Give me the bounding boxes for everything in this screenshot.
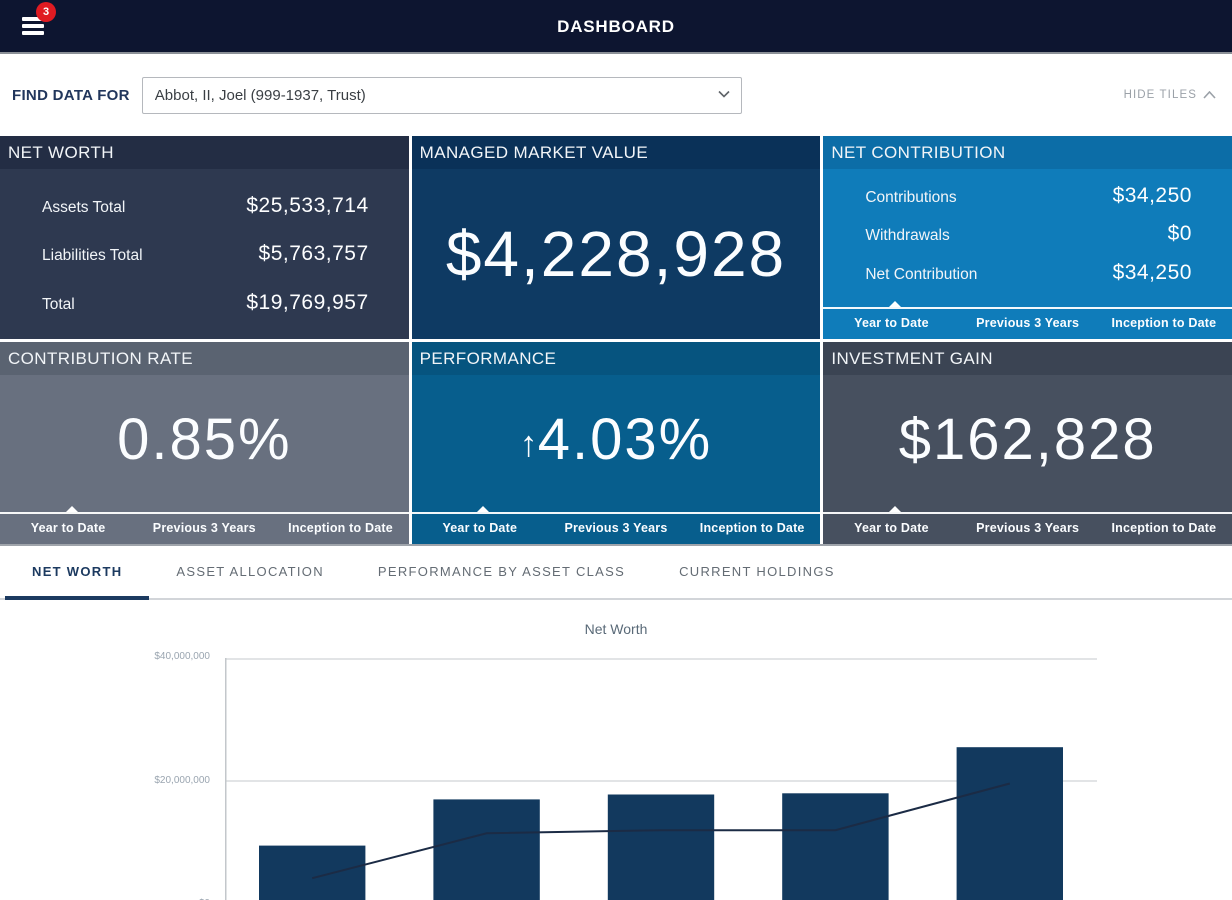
stat-label: Contributions bbox=[865, 189, 956, 207]
stat-row: Withdrawals $0 bbox=[823, 222, 1232, 246]
section-tabs: NET WORTH ASSET ALLOCATION PERFORMANCE B… bbox=[0, 546, 1232, 600]
y-axis-tick-40m: $40,000,000 bbox=[130, 651, 210, 662]
tile-net-worth: NET WORTH Assets Total $25,533,714 Liabi… bbox=[0, 136, 409, 339]
find-data-for-label: FIND DATA FOR bbox=[12, 87, 130, 104]
stat-label: Assets Total bbox=[42, 199, 125, 217]
stat-value: $19,769,957 bbox=[246, 291, 368, 315]
period-tab-year-to-date[interactable]: Year to Date bbox=[412, 514, 548, 544]
tab-performance-by-asset-class[interactable]: PERFORMANCE BY ASSET CLASS bbox=[351, 546, 652, 598]
period-tab-previous-3-years[interactable]: Previous 3 Years bbox=[960, 309, 1096, 339]
toolbar: FIND DATA FOR Abbot, II, Joel (999-1937,… bbox=[0, 54, 1232, 136]
tab-net-worth[interactable]: NET WORTH bbox=[5, 546, 149, 598]
period-tabs: Year to Date Previous 3 Years Inception … bbox=[823, 307, 1232, 339]
top-nav: 3 DASHBOARD bbox=[0, 0, 1232, 54]
tile-managed-market-value-title: MANAGED MARKET VALUE bbox=[412, 136, 821, 169]
kpi-tiles: NET WORTH Assets Total $25,533,714 Liabi… bbox=[0, 136, 1232, 546]
stat-row: Contributions $34,250 bbox=[823, 184, 1232, 208]
stat-label: Withdrawals bbox=[865, 227, 949, 245]
tile-net-contribution: NET CONTRIBUTION Contributions $34,250 W… bbox=[823, 136, 1232, 339]
period-tabs: Year to Date Previous 3 Years Inception … bbox=[412, 512, 821, 544]
period-tab-row: Year to Date Previous 3 Years Inception … bbox=[412, 514, 821, 544]
stat-value: $34,250 bbox=[1113, 184, 1192, 208]
stat-value: $0 bbox=[1168, 222, 1192, 246]
tab-asset-allocation[interactable]: ASSET ALLOCATION bbox=[149, 546, 350, 598]
stat-row: Total $19,769,957 bbox=[0, 291, 409, 315]
page-title: DASHBOARD bbox=[0, 0, 1232, 54]
net-worth-chart bbox=[225, 658, 1097, 900]
period-tab-indicator bbox=[823, 307, 1232, 309]
period-tab-inception-to-date[interactable]: Inception to Date bbox=[1096, 309, 1232, 339]
period-tab-indicator bbox=[412, 512, 821, 514]
stat-row: Liabilities Total $5,763,757 bbox=[0, 242, 409, 266]
tile-contribution-rate: CONTRIBUTION RATE 0.85% Year to Date Pre… bbox=[0, 342, 409, 544]
period-tab-row: Year to Date Previous 3 Years Inception … bbox=[823, 309, 1232, 339]
tile-managed-market-value: MANAGED MARKET VALUE $4,228,928 bbox=[412, 136, 821, 339]
tile-contribution-rate-title: CONTRIBUTION RATE bbox=[0, 342, 409, 375]
managed-market-value: $4,228,928 bbox=[446, 217, 786, 291]
period-tabs: Year to Date Previous 3 Years Inception … bbox=[823, 512, 1232, 544]
tile-net-contribution-body: Contributions $34,250 Withdrawals $0 Net… bbox=[823, 169, 1232, 299]
stat-row: Net Contribution $34,250 bbox=[823, 261, 1232, 285]
period-tab-year-to-date[interactable]: Year to Date bbox=[823, 514, 959, 544]
period-tab-inception-to-date[interactable]: Inception to Date bbox=[272, 514, 408, 544]
tile-net-worth-title: NET WORTH bbox=[0, 136, 409, 169]
stat-value: $5,763,757 bbox=[259, 242, 369, 266]
tile-net-contribution-title: NET CONTRIBUTION bbox=[823, 136, 1232, 169]
period-tab-indicator bbox=[0, 512, 409, 514]
tile-investment-gain-title: INVESTMENT GAIN bbox=[823, 342, 1232, 375]
chart-title: Net Worth bbox=[0, 621, 1232, 637]
up-arrow-icon: ↑ bbox=[520, 423, 538, 464]
performance-value: ↑4.03% bbox=[520, 406, 712, 473]
period-tab-year-to-date[interactable]: Year to Date bbox=[823, 309, 959, 339]
period-tab-previous-3-years[interactable]: Previous 3 Years bbox=[548, 514, 684, 544]
stat-label: Liabilities Total bbox=[42, 247, 143, 265]
tile-contribution-rate-body: 0.85% bbox=[0, 375, 409, 504]
contribution-rate-value: 0.85% bbox=[117, 406, 291, 473]
tile-investment-gain-body: $162,828 bbox=[823, 375, 1232, 504]
period-tab-indicator bbox=[823, 512, 1232, 514]
period-tab-previous-3-years[interactable]: Previous 3 Years bbox=[136, 514, 272, 544]
tab-current-holdings[interactable]: CURRENT HOLDINGS bbox=[652, 546, 862, 598]
tile-performance: PERFORMANCE ↑4.03% Year to Date Previous… bbox=[412, 342, 821, 544]
hide-tiles-label: HIDE TILES bbox=[1124, 89, 1197, 101]
stat-value: $25,533,714 bbox=[246, 194, 368, 218]
period-tab-inception-to-date[interactable]: Inception to Date bbox=[1096, 514, 1232, 544]
period-tab-row: Year to Date Previous 3 Years Inception … bbox=[0, 514, 409, 544]
tile-performance-title: PERFORMANCE bbox=[412, 342, 821, 375]
period-tab-year-to-date[interactable]: Year to Date bbox=[0, 514, 136, 544]
period-tab-inception-to-date[interactable]: Inception to Date bbox=[684, 514, 820, 544]
period-tab-previous-3-years[interactable]: Previous 3 Years bbox=[960, 514, 1096, 544]
account-select-wrap: Abbot, II, Joel (999-1937, Trust) bbox=[142, 77, 742, 114]
stat-row: Assets Total $25,533,714 bbox=[0, 194, 409, 218]
hide-tiles-button[interactable]: HIDE TILES bbox=[1124, 89, 1216, 101]
period-tab-row: Year to Date Previous 3 Years Inception … bbox=[823, 514, 1232, 544]
y-axis-tick-20m: $20,000,000 bbox=[130, 775, 210, 786]
tile-net-worth-body: Assets Total $25,533,714 Liabilities Tot… bbox=[0, 169, 409, 339]
stat-label: Total bbox=[42, 296, 75, 314]
stat-label: Net Contribution bbox=[865, 266, 977, 284]
stat-value: $34,250 bbox=[1113, 261, 1192, 285]
investment-gain-value: $162,828 bbox=[899, 406, 1157, 473]
chevron-up-icon bbox=[1203, 91, 1216, 99]
tile-performance-body: ↑4.03% bbox=[412, 375, 821, 504]
account-select[interactable]: Abbot, II, Joel (999-1937, Trust) bbox=[142, 77, 742, 114]
net-worth-chart-section: Net Worth $40,000,000 $20,000,000 $0 bbox=[0, 600, 1232, 900]
performance-percent: 4.03% bbox=[538, 407, 712, 472]
tile-managed-market-value-body: $4,228,928 bbox=[412, 169, 821, 339]
tile-investment-gain: INVESTMENT GAIN $162,828 Year to Date Pr… bbox=[823, 342, 1232, 544]
period-tabs: Year to Date Previous 3 Years Inception … bbox=[0, 512, 409, 544]
